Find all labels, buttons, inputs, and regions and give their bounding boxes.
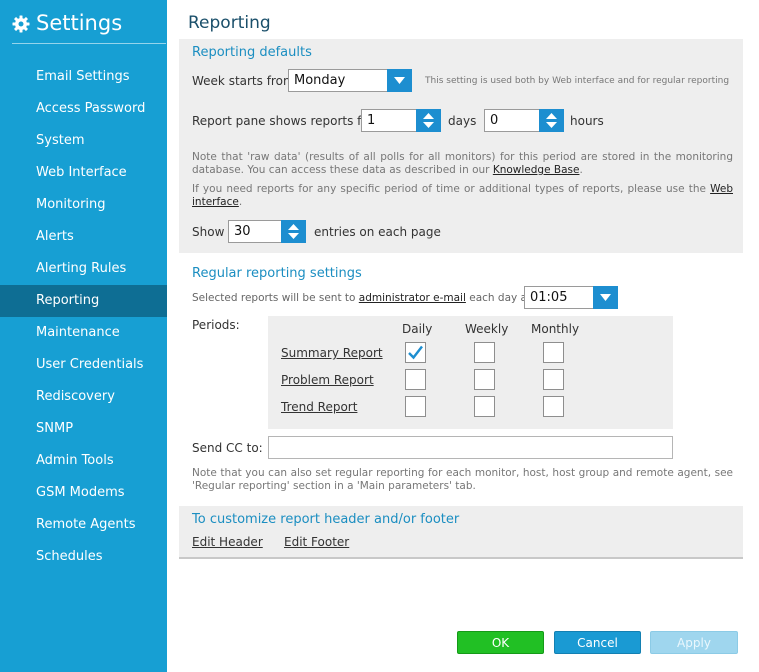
sidebar-item-snmp[interactable]: SNMP (0, 413, 167, 445)
problem-report-label[interactable]: Problem Report (281, 373, 374, 387)
report-pane-label: Report pane shows reports for (192, 114, 374, 128)
summary-report-label[interactable]: Summary Report (281, 346, 383, 360)
apply-button[interactable]: Apply (650, 631, 738, 654)
edit-header-link[interactable]: Edit Header (192, 535, 263, 549)
sidebar-item-admin-tools[interactable]: Admin Tools (0, 445, 167, 477)
main-content: Reporting Reporting defaults Week starts… (167, 0, 759, 672)
spinner-arrows-icon[interactable] (281, 220, 306, 243)
column-daily: Daily (402, 322, 433, 336)
week-starts-label: Week starts from (192, 74, 295, 88)
edit-footer-link[interactable]: Edit Footer (284, 535, 349, 549)
sidebar-item-user-credentials[interactable]: User Credentials (0, 349, 167, 381)
raw-data-note: Note that 'raw data' (results of all pol… (192, 151, 733, 177)
report-time-value: 01:05 (530, 290, 568, 305)
sidebar-item-alerting-rules[interactable]: Alerting Rules (0, 253, 167, 285)
hours-value: 0 (490, 113, 499, 128)
cancel-button[interactable]: Cancel (554, 631, 641, 654)
sidebar-item-web-interface[interactable]: Web Interface (0, 157, 167, 189)
sidebar-item-maintenance[interactable]: Maintenance (0, 317, 167, 349)
sent-prefix: Selected reports will be sent to (192, 292, 359, 304)
trend-monthly-checkbox[interactable] (543, 396, 564, 417)
settings-sidebar: Settings Email Settings Access Password … (0, 0, 167, 672)
sidebar-item-reporting[interactable]: Reporting (0, 285, 167, 317)
summary-weekly-checkbox[interactable] (474, 342, 495, 363)
sent-to-text: Selected reports will be sent to adminis… (192, 292, 531, 304)
regular-reporting-note: Note that you can also set regular repor… (192, 467, 733, 492)
send-cc-label: Send CC to: (192, 441, 263, 455)
web-interface-note-end: . (238, 196, 243, 208)
sidebar-item-monitoring[interactable]: Monitoring (0, 189, 167, 221)
summary-monthly-checkbox[interactable] (543, 342, 564, 363)
entries-per-page-value: 30 (234, 224, 251, 239)
sidebar-divider (12, 43, 166, 44)
sidebar-item-email-settings[interactable]: Email Settings (0, 61, 167, 93)
column-weekly: Weekly (465, 322, 509, 336)
sidebar-header: Settings (12, 8, 122, 38)
sidebar-item-alerts[interactable]: Alerts (0, 221, 167, 253)
reporting-defaults-title: Reporting defaults (192, 45, 312, 60)
problem-monthly-checkbox[interactable] (543, 369, 564, 390)
chevron-down-icon[interactable] (593, 286, 618, 309)
gear-icon (12, 14, 30, 33)
hours-label: hours (570, 114, 604, 128)
report-time-select[interactable]: 01:05 (524, 286, 618, 309)
column-monthly: Monthly (531, 322, 580, 336)
send-cc-input[interactable] (268, 436, 673, 459)
page-title: Reporting (188, 13, 271, 33)
spinner-arrows-icon[interactable] (416, 109, 441, 132)
raw-data-note-text: Note that 'raw data' (results of all pol… (192, 151, 733, 176)
week-start-hint: This setting is used both by Web interfa… (425, 76, 730, 86)
sidebar-item-access-password[interactable]: Access Password (0, 93, 167, 125)
sidebar-item-system[interactable]: System (0, 125, 167, 157)
regular-reporting-title: Regular reporting settings (192, 266, 362, 281)
problem-daily-checkbox[interactable] (405, 369, 426, 390)
days-value: 1 (367, 113, 376, 128)
week-start-select[interactable]: Monday (288, 69, 412, 92)
ok-button[interactable]: OK (457, 631, 544, 654)
days-label: days (448, 114, 477, 128)
knowledge-base-link[interactable]: Knowledge Base (493, 164, 580, 176)
trend-weekly-checkbox[interactable] (474, 396, 495, 417)
sidebar-item-remote-agents[interactable]: Remote Agents (0, 509, 167, 541)
raw-data-note-end: . (579, 164, 583, 176)
trend-daily-checkbox[interactable] (405, 396, 426, 417)
problem-weekly-checkbox[interactable] (474, 369, 495, 390)
show-label: Show (192, 225, 225, 239)
web-interface-note-text: If you need reports for any specific per… (192, 183, 711, 195)
sidebar-item-schedules[interactable]: Schedules (0, 541, 167, 573)
sidebar-item-gsm-modems[interactable]: GSM Modems (0, 477, 167, 509)
checkmark-icon (408, 345, 423, 360)
web-interface-note: If you need reports for any specific per… (192, 183, 733, 209)
periods-label: Periods: (192, 318, 240, 332)
entries-suffix: entries on each page (314, 225, 441, 239)
sidebar-item-rediscovery[interactable]: Rediscovery (0, 381, 167, 413)
customize-title: To customize report header and/or footer (192, 512, 460, 527)
sent-suffix: each day at (465, 292, 532, 304)
administrator-email-link[interactable]: administrator e-mail (359, 292, 466, 304)
hours-stepper[interactable]: 0 (484, 109, 564, 132)
entries-per-page-stepper[interactable]: 30 (228, 220, 306, 243)
days-stepper[interactable]: 1 (361, 109, 441, 132)
chevron-down-icon[interactable] (387, 69, 412, 92)
trend-report-label[interactable]: Trend Report (281, 400, 357, 414)
week-start-value: Monday (294, 73, 346, 88)
spinner-arrows-icon[interactable] (539, 109, 564, 132)
sidebar-title: Settings (36, 11, 123, 35)
summary-daily-checkbox[interactable] (405, 342, 426, 363)
